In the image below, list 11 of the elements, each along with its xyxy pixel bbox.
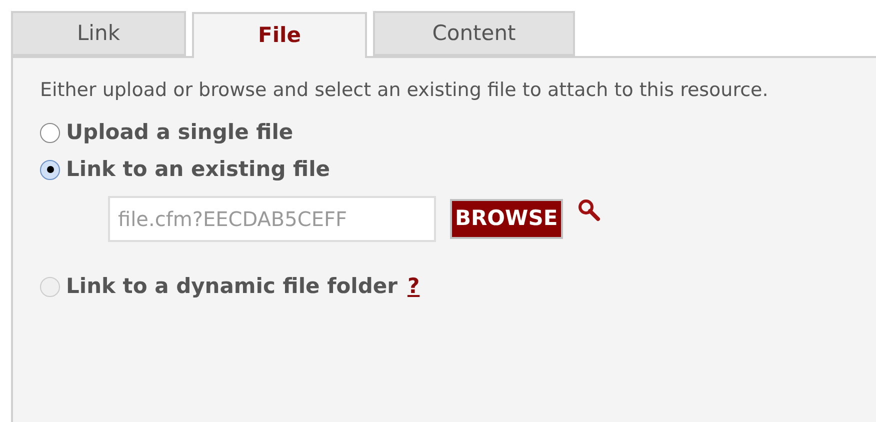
option-label: Link to a dynamic file folder [66, 272, 398, 300]
tab[interactable]: Link [11, 11, 186, 56]
description-text: Either upload or browse and select an existing file to attach to this resource. [40, 78, 770, 103]
search-icon[interactable] [576, 198, 601, 222]
radio-button[interactable] [40, 122, 60, 142]
radio-button[interactable] [40, 160, 60, 180]
browse-button[interactable]: BROWSE [450, 199, 563, 239]
tab[interactable]: Content [373, 11, 575, 56]
option-label: Upload a single file [66, 118, 294, 146]
tab[interactable]: File [192, 12, 367, 58]
option-label: Link to an existing file [66, 156, 330, 183]
